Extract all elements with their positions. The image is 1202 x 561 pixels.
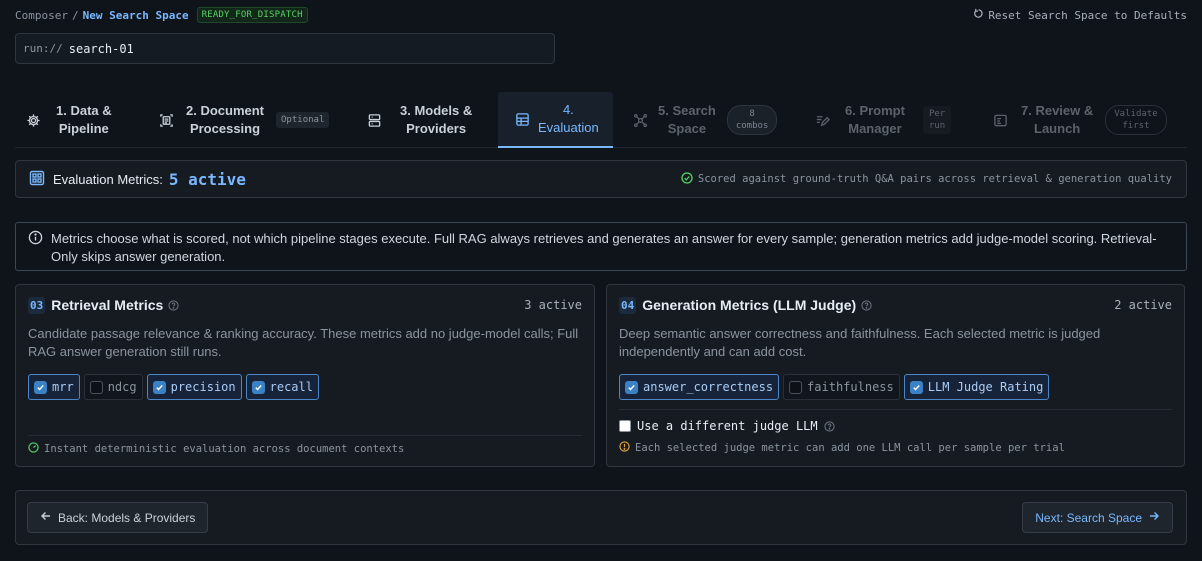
retrieval-metrics-panel: 03 Retrieval Metrics 3 active Candidate … — [15, 284, 595, 467]
run-field: run:// — [15, 33, 555, 64]
judge-label: Use a different judge LLM — [637, 419, 818, 433]
evaluation-metrics-header: Evaluation Metrics: 5 active Scored agai… — [15, 160, 1187, 198]
step-label: 6. Prompt Manager — [845, 103, 905, 136]
section-title: Retrieval Metrics — [51, 297, 164, 313]
metric-chip-precision[interactable]: precision — [146, 374, 242, 400]
grid-icon — [29, 170, 45, 189]
metrics-label: Evaluation Metrics: — [53, 171, 163, 187]
retrieval-footnote: Instant deterministic evaluation across … — [28, 442, 404, 456]
info-text: Metrics choose what is scored, not which… — [51, 231, 1157, 264]
help-icon[interactable] — [861, 299, 872, 311]
arrow-left-icon — [40, 510, 52, 525]
check-icon — [34, 380, 47, 394]
step-label: 5. Search Space — [658, 103, 716, 136]
run-name-input[interactable] — [68, 41, 509, 56]
status-badge: READY_FOR_DISPATCH — [196, 7, 308, 23]
reset-icon — [973, 8, 984, 22]
run-prefix: run:// — [23, 42, 63, 55]
breadcrumb-current: New Search Space — [82, 8, 189, 22]
metric-chip-recall[interactable]: recall — [245, 374, 319, 400]
step-label: 4. Evaluation — [538, 102, 599, 135]
network-icon — [632, 112, 648, 128]
next-button[interactable]: Next: Search Space — [1022, 502, 1173, 533]
divider — [619, 409, 1172, 410]
check-icon — [152, 380, 166, 394]
reset-label: Reset Search Space to Defaults — [988, 8, 1187, 22]
section-description: Candidate passage relevance & ranking ac… — [28, 326, 579, 359]
metric-chip-ndcg[interactable]: ndcg — [83, 374, 143, 400]
step-data-pipeline[interactable]: 1. Data & Pipeline — [25, 92, 135, 148]
judge-checkbox[interactable] — [619, 420, 631, 432]
cost-warning-icon — [619, 441, 630, 455]
reset-defaults-button[interactable]: Reset Search Space to Defaults — [973, 8, 1187, 22]
checkbox-empty-icon — [89, 380, 103, 394]
active-metrics-count: 5 active — [168, 169, 246, 189]
back-label: Back: Models & Providers — [58, 510, 196, 525]
breadcrumb-separator: / — [71, 8, 79, 22]
per-run-tag: Per run — [922, 106, 952, 134]
step-search-space: 5. Search Space 8 combos — [632, 92, 782, 148]
review-icon — [992, 112, 1008, 128]
step-document-processing[interactable]: 2. Document Processing Optional — [158, 92, 358, 148]
step-review-launch: 7. Review & Launch Validate first — [992, 92, 1187, 148]
metric-chip-mrr[interactable]: mrr — [28, 374, 80, 400]
check-icon — [625, 380, 638, 394]
step-evaluation[interactable]: 4. Evaluation — [498, 92, 613, 148]
metric-chip-answer-correctness[interactable]: answer_correctness — [619, 374, 780, 400]
divider — [28, 435, 582, 436]
metric-chip-llm-judge-rating[interactable]: LLM Judge Rating — [903, 374, 1050, 400]
server-icon — [366, 112, 382, 128]
back-button[interactable]: Back: Models & Providers — [27, 502, 209, 533]
breadcrumb-root[interactable]: Composer — [15, 9, 68, 22]
section-title: Generation Metrics (LLM Judge) — [642, 297, 857, 313]
edit-icon — [814, 112, 830, 128]
check-icon — [909, 380, 923, 394]
info-banner: Metrics choose what is scored, not which… — [15, 222, 1187, 271]
wizard-stepper: 1. Data & Pipeline 2. Document Processing … — [15, 92, 1187, 148]
step-label: 2. Document Processing — [186, 103, 265, 136]
generation-metrics-panel: 04 Generation Metrics (LLM Judge) 2 acti… — [606, 284, 1185, 467]
step-label: 3. Models & Providers — [400, 103, 473, 136]
info-icon — [28, 230, 43, 263]
retrieval-metric-chips: mrr ndcg precision recall — [28, 374, 319, 400]
panel-header: 04 Generation Metrics (LLM Judge) 2 acti… — [619, 296, 1172, 314]
optional-tag: Optional — [276, 112, 330, 128]
grid-icon — [514, 111, 530, 127]
validate-first-pill: Validate first — [1105, 105, 1167, 135]
check-circle-icon — [681, 171, 693, 187]
metric-chip-faithfulness[interactable]: faithfulness — [783, 374, 900, 400]
gauge-icon — [28, 442, 39, 456]
wizard-navigation: Back: Models & Providers Next: Search Sp… — [15, 490, 1187, 545]
check-icon — [251, 380, 265, 394]
combos-pill: 8 combos — [726, 105, 778, 135]
gear-icon — [25, 112, 41, 128]
step-label: 7. Review & Launch — [1021, 103, 1094, 136]
step-prompt-manager: 6. Prompt Manager Per run — [814, 92, 964, 148]
top-bar: Composer / New Search Space READY_FOR_DI… — [15, 7, 1187, 23]
step-models-providers[interactable]: 3. Models & Providers — [366, 92, 491, 148]
scoring-note: Scored against ground-truth Q&A pairs ac… — [681, 171, 1172, 187]
panel-header: 03 Retrieval Metrics 3 active — [28, 296, 582, 314]
different-judge-llm-toggle[interactable]: Use a different judge LLM — [619, 419, 835, 433]
help-icon[interactable] — [168, 299, 179, 311]
section-description: Deep semantic answer correctness and fai… — [619, 326, 1101, 359]
section-active-count: 2 active — [1114, 298, 1172, 312]
generation-metric-chips: answer_correctness faithfulness LLM Judg… — [619, 374, 1050, 400]
section-active-count: 3 active — [524, 298, 582, 312]
help-icon[interactable] — [824, 420, 835, 432]
arrow-right-icon — [1148, 510, 1160, 525]
section-number: 04 — [619, 296, 637, 314]
generation-footnote: Each selected judge metric can add one L… — [619, 441, 1065, 455]
section-number: 03 — [28, 296, 46, 314]
next-label: Next: Search Space — [1035, 510, 1142, 525]
document-scan-icon — [158, 112, 174, 128]
checkbox-empty-icon — [789, 380, 803, 394]
step-label: 1. Data & Pipeline — [56, 103, 112, 136]
